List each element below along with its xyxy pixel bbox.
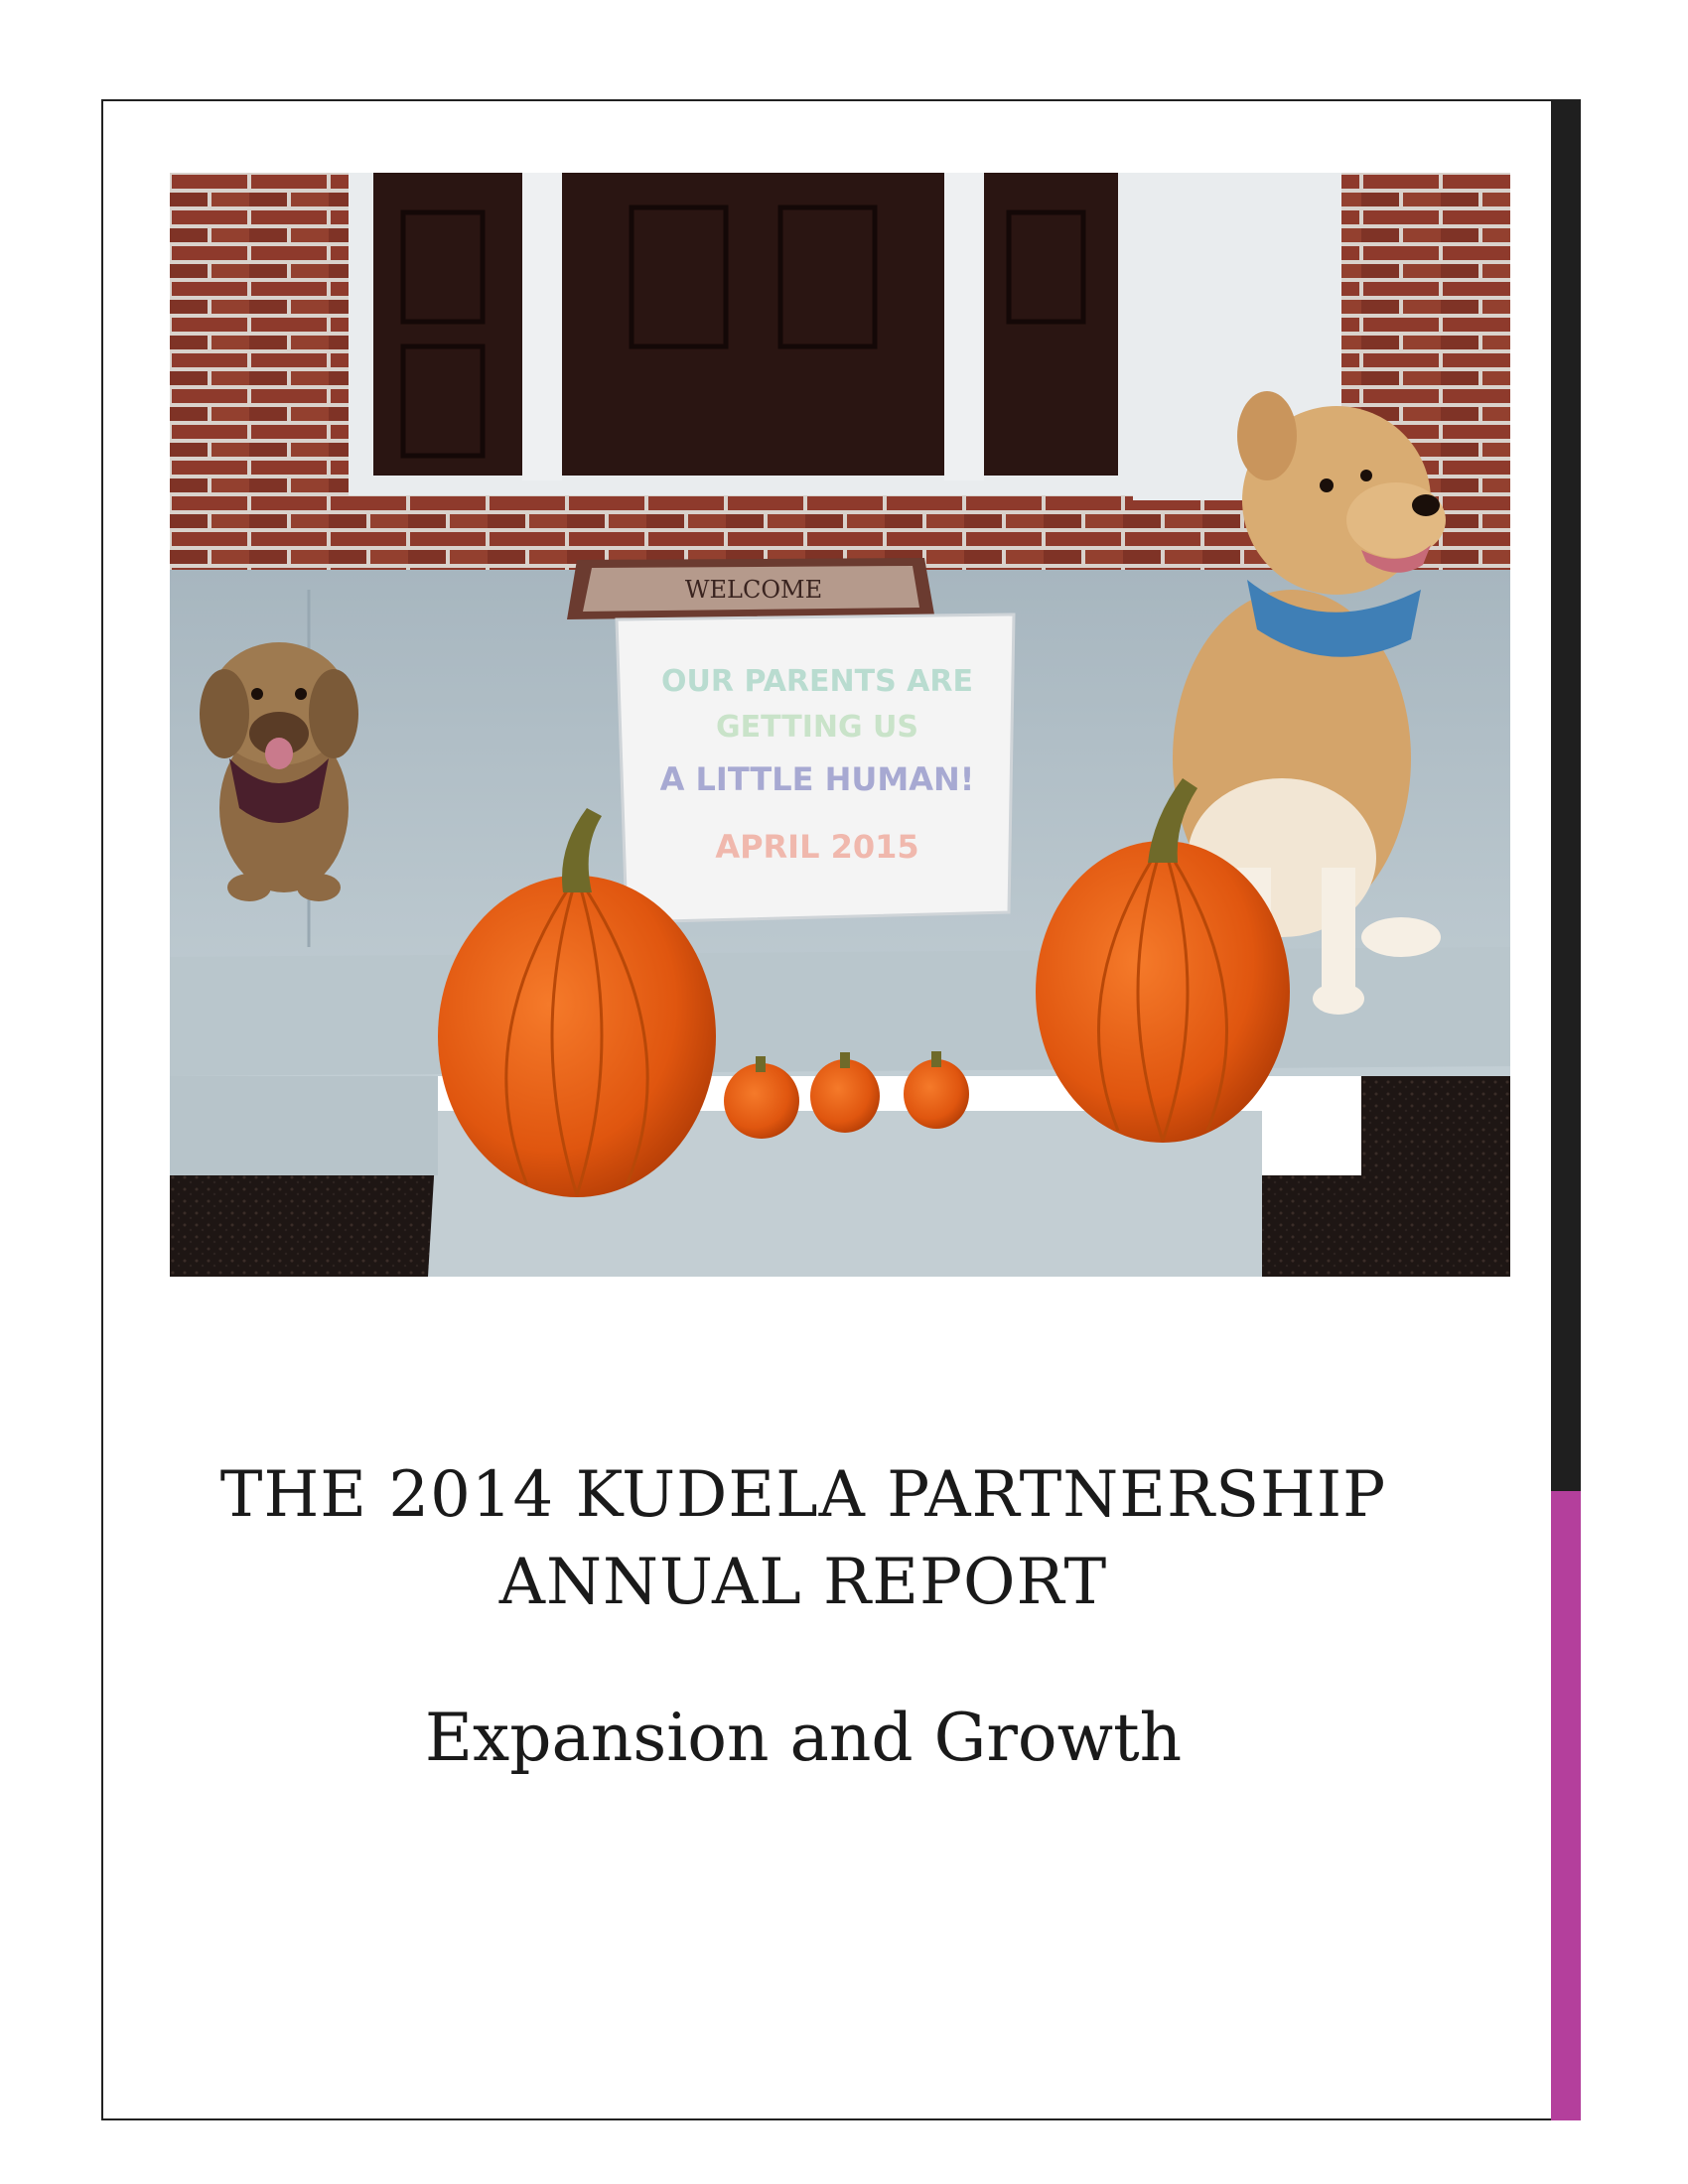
report-title-line1: THE 2014 KUDELA PARTNERSHIP	[219, 1458, 1387, 1532]
report-title-line2: ANNUAL REPORT	[498, 1546, 1108, 1619]
report-subtitle: Expansion and Growth	[424, 1700, 1183, 1776]
cover-photo: WELCOME OUR PARENTS ARE GETTING US A LIT…	[170, 173, 1510, 1277]
sign-text-line4: APRIL 2015	[715, 828, 918, 866]
sign-text-line2: GETTING US	[716, 710, 918, 745]
sign-text-line3: A LITTLE HUMAN!	[660, 760, 975, 798]
spine-bar-accent	[1551, 1491, 1581, 2120]
doormat-text: WELCOME	[685, 576, 822, 604]
report-title: THE 2014 KUDELA PARTNERSHIP ANNUAL REPOR…	[101, 1451, 1505, 1626]
spine-bar-dark	[1551, 99, 1581, 1491]
sign-text-line1: OUR PARENTS ARE	[661, 664, 973, 699]
